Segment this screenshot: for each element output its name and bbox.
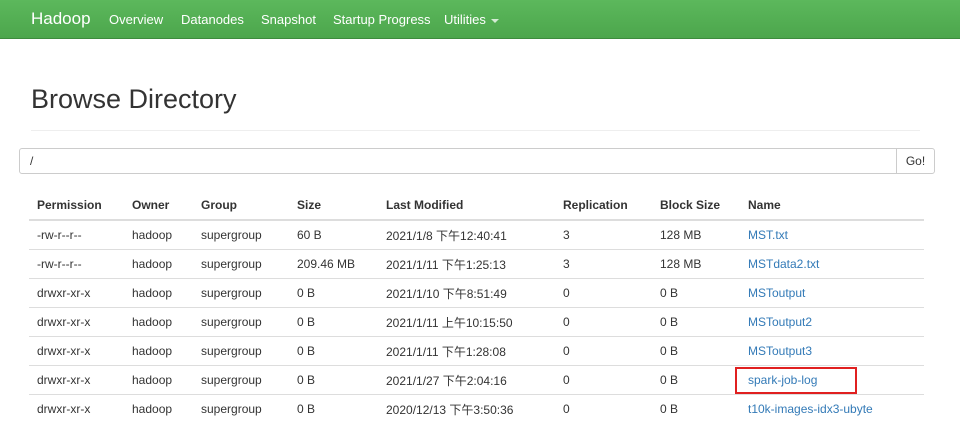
column-header-owner[interactable]: Owner [124,190,193,221]
directory-link[interactable]: spark-job-log [748,373,817,387]
directory-path-input[interactable] [19,148,897,174]
nav-datanodes[interactable]: Datanodes [181,12,244,27]
cell-permission: drwxr-xr-x [29,278,124,308]
cell-replication: 3 [555,249,652,279]
table-row: drwxr-xr-x hadoop supergroup 0 B 2021/1/… [29,307,924,337]
top-navbar: Hadoop Overview Datanodes Snapshot Start… [0,0,960,39]
cell-last-modified: 2021/1/11 下午1:25:13 [378,249,555,279]
cell-name: MSToutput2 [740,307,924,337]
cell-last-modified: 2021/1/8 下午12:40:41 [386,228,507,243]
cell-block-size: 0 B [652,336,740,366]
cell-group: supergroup [193,365,289,395]
cell-owner: hadoop [124,278,193,308]
column-header-block-size[interactable]: Block Size [652,190,740,221]
cell-owner: hadoop [124,365,193,395]
cell-replication: 3 [563,228,570,242]
directory-link[interactable]: MSToutput2 [748,315,812,329]
cell-replication: 0 [555,278,652,308]
cell-block-size: 0 B [652,278,740,308]
file-link[interactable]: MST.txt [748,228,788,242]
cell-name: MSToutput [740,278,924,308]
cell-block-size: 0 B [652,394,740,423]
table-row: drwxr-xr-x hadoop supergroup 0 B 2021/1/… [29,365,924,395]
table-row: drwxr-xr-x hadoop supergroup 0 B 2021/1/… [29,336,924,366]
cell-permission: -rw-r--r-- [37,228,82,242]
cell-owner: hadoop [124,394,193,423]
brand-logo-text[interactable]: Hadoop [31,9,91,29]
cell-owner: hadoop [124,336,193,366]
file-link[interactable]: MSTdata2.txt [748,257,819,271]
cell-group: supergroup [193,394,289,423]
table-row: -rw-r--r-- hadoop supergroup 60 B 2021/1… [29,220,924,250]
cell-group: supergroup [193,278,289,308]
cell-size: 0 B [289,278,378,308]
nav-startup-progress[interactable]: Startup Progress [333,12,431,27]
nav-snapshot[interactable]: Snapshot [261,12,316,27]
cell-block-size: 0 B [652,365,740,395]
cell-size: 209.46 MB [289,249,378,279]
cell-permission: drwxr-xr-x [29,307,124,337]
cell-size: 0 B [289,336,378,366]
column-header-group[interactable]: Group [193,190,289,221]
cell-group: supergroup [193,249,289,279]
page-title: Browse Directory [31,84,237,114]
cell-permission: drwxr-xr-x [29,365,124,395]
cell-permission: -rw-r--r-- [29,249,124,279]
cell-owner: hadoop [124,249,193,279]
table-row: drwxr-xr-x hadoop supergroup 0 B 2021/1/… [29,278,924,308]
cell-name: MSToutput3 [740,336,924,366]
table-row: -rw-r--r-- hadoop supergroup 209.46 MB 2… [29,249,924,279]
cell-last-modified: 2021/1/27 下午2:04:16 [378,365,555,395]
table-row: drwxr-xr-x hadoop supergroup 0 B 2020/12… [29,394,924,423]
column-header-size[interactable]: Size [289,190,378,221]
cell-group: supergroup [201,228,262,242]
cell-last-modified: 2021/1/11 上午10:15:50 [378,307,555,337]
cell-last-modified: 2021/1/10 下午8:51:49 [378,278,555,308]
cell-block-size: 128 MB [660,228,702,242]
caret-down-icon [490,18,499,23]
go-button[interactable]: Go! [896,148,935,174]
nav-overview[interactable]: Overview [109,12,163,27]
cell-last-modified: 2021/1/11 下午1:28:08 [378,336,555,366]
cell-block-size: 128 MB [652,249,740,279]
cell-group: supergroup [193,307,289,337]
cell-owner: hadoop [124,307,193,337]
column-header-last-modified[interactable]: Last Modified [378,190,555,221]
table-header-row: Permission Owner Group Size Last Modifie… [29,190,924,221]
cell-block-size: 0 B [652,307,740,337]
directory-table: Permission Owner Group Size Last Modifie… [29,190,924,423]
cell-size: 0 B [289,307,378,337]
cell-replication: 0 [555,336,652,366]
cell-permission: drwxr-xr-x [29,394,124,423]
cell-size: 60 B [297,228,322,242]
cell-owner: hadoop [132,228,173,242]
column-header-replication[interactable]: Replication [555,190,652,221]
cell-name: MSTdata2.txt [740,249,924,279]
column-header-name[interactable]: Name [740,190,924,221]
cell-name: t10k-images-idx3-ubyte [740,394,924,423]
cell-replication: 0 [555,365,652,395]
directory-link[interactable]: t10k-images-idx3-ubyte [748,402,873,416]
cell-name: spark-job-log [740,365,924,395]
directory-link[interactable]: MSToutput3 [748,344,812,358]
directory-link[interactable]: MSToutput [748,286,805,300]
cell-replication: 0 [555,394,652,423]
cell-replication: 0 [555,307,652,337]
cell-size: 0 B [289,365,378,395]
nav-utilities-label: Utilities [444,12,486,27]
cell-last-modified: 2020/12/13 下午3:50:36 [378,394,555,423]
column-header-permission[interactable]: Permission [29,190,124,221]
nav-utilities[interactable]: Utilities [444,12,499,27]
title-divider [31,130,920,131]
cell-name: MST.txt [740,220,924,250]
cell-permission: drwxr-xr-x [29,336,124,366]
cell-group: supergroup [193,336,289,366]
cell-size: 0 B [289,394,378,423]
